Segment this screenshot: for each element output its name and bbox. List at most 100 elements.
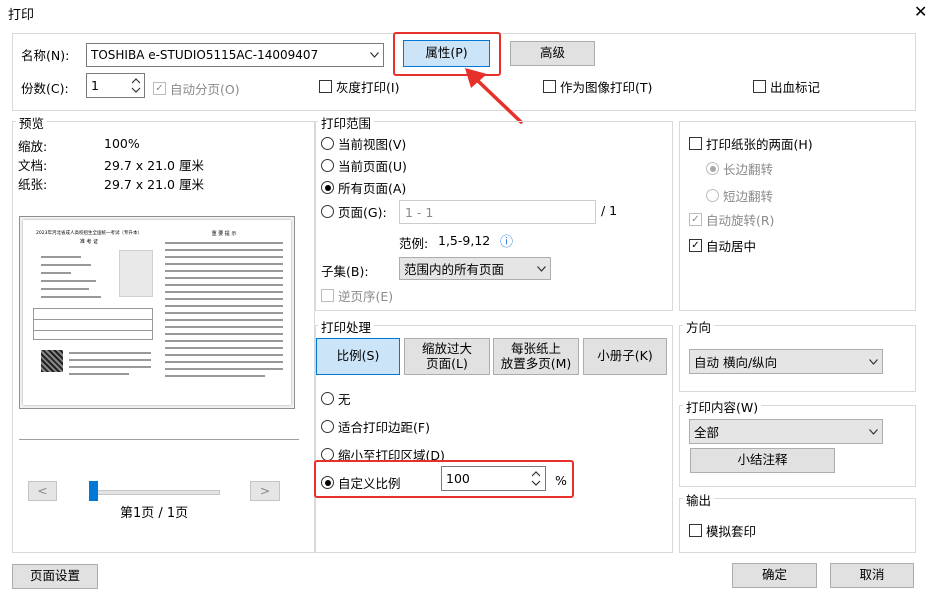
paper-value: 29.7 x 21.0 厘米	[104, 177, 204, 192]
short-edge-radio[interactable]: 短边翻转	[706, 186, 773, 205]
content-select[interactable]: 全部	[689, 419, 883, 444]
next-page-button[interactable]: >	[250, 481, 280, 501]
all-pages-radio[interactable]: 所有页面(A)	[321, 178, 406, 197]
printer-select[interactable]: TOSHIBA e-STUDIO5115AC-14009407	[86, 43, 384, 67]
preview-schedule-table	[33, 308, 153, 340]
collate-label: 自动分页(O)	[170, 82, 240, 97]
preview-page-sheet: 2023年河北省成人高校招生全国统一考试（专升本） 准 考 证 重 要 提 示	[23, 220, 291, 405]
preview-text-line	[165, 291, 283, 293]
short-edge-label: 短边翻转	[723, 189, 774, 204]
summarize-comments-label: 小结注释	[737, 452, 788, 468]
checkmark-icon: ✓	[689, 213, 702, 226]
preview-text-line	[165, 263, 283, 265]
checkbox-icon	[319, 80, 332, 93]
current-view-radio[interactable]: 当前视图(V)	[321, 134, 406, 153]
current-page-radio[interactable]: 当前页面(U)	[321, 156, 407, 175]
preview-text-line	[165, 347, 283, 349]
orientation-select[interactable]: 自动 横向/纵向	[689, 349, 883, 374]
tab-booklet-label: 小册子(K)	[597, 348, 653, 364]
page-slider-track[interactable]	[90, 490, 220, 495]
cancel-label: 取消	[859, 567, 885, 583]
reverse-pages-label: 逆页序(E)	[338, 289, 394, 304]
ok-label: 确定	[761, 567, 787, 583]
checkbox-icon	[543, 80, 556, 93]
preview-text-line	[165, 361, 283, 363]
tab-multiple-pages[interactable]: 每张纸上 放置多页(M)	[493, 338, 579, 375]
print-as-image-label: 作为图像打印(T)	[560, 80, 653, 95]
tab-scale[interactable]: 比例(S)	[316, 338, 400, 375]
preview-text-line	[165, 277, 283, 279]
prev-page-label: <	[37, 482, 48, 498]
close-icon[interactable]: ✕	[914, 2, 927, 21]
radio-icon	[321, 392, 334, 405]
scale-none-label: 无	[338, 392, 351, 407]
print-handling-title: 打印处理	[318, 317, 375, 336]
checkbox-icon	[321, 289, 334, 302]
info-icon[interactable]: ⓘ	[500, 231, 513, 250]
preview-text-line	[165, 312, 283, 314]
collate-checkbox[interactable]: ✓ 自动分页(O)	[153, 79, 240, 98]
print-as-image-checkbox[interactable]: 作为图像打印(T)	[543, 77, 652, 96]
ok-button[interactable]: 确定	[732, 563, 817, 588]
bleed-marks-label: 出血标记	[770, 80, 821, 95]
cancel-button[interactable]: 取消	[830, 563, 914, 588]
both-sides-checkbox[interactable]: 打印纸张的两面(H)	[689, 134, 813, 153]
preview-text-line	[33, 319, 153, 320]
document-value: 29.7 x 21.0 厘米	[104, 158, 204, 173]
summarize-comments-button[interactable]: 小结注释	[690, 448, 835, 473]
preview-text-line	[69, 352, 151, 354]
printer-name-label: 名称(N):	[21, 48, 70, 63]
auto-center-checkbox[interactable]: ✓ 自动居中	[689, 236, 756, 255]
preview-left-subtitle: 准 考 证	[79, 239, 99, 245]
zoom-value: 100%	[104, 136, 140, 151]
both-sides-label: 打印纸张的两面(H)	[706, 137, 813, 152]
long-edge-radio[interactable]: 长边翻转	[706, 159, 773, 178]
preview-qr-code	[41, 350, 63, 372]
prev-page-button[interactable]: <	[28, 481, 57, 501]
simulate-overprint-checkbox[interactable]: 模拟套印	[689, 521, 756, 540]
page-slider-thumb[interactable]	[89, 481, 98, 501]
preview-text-line	[69, 366, 151, 368]
preview-text-line	[41, 256, 81, 258]
document-label: 文档:	[18, 158, 48, 173]
preview-separator	[19, 439, 299, 440]
tab-booklet[interactable]: 小册子(K)	[583, 338, 667, 375]
copies-label: 份数(C):	[21, 81, 69, 96]
pages-radio[interactable]: 页面(G):	[321, 202, 387, 221]
subset-select[interactable]: 范围内的所有页面	[399, 257, 551, 280]
grayscale-checkbox[interactable]: 灰度打印(I)	[319, 77, 399, 96]
bleed-marks-checkbox[interactable]: 出血标记	[753, 77, 820, 96]
content-select-value: 全部	[694, 425, 720, 440]
simulate-overprint-label: 模拟套印	[706, 524, 757, 539]
scale-none-radio[interactable]: 无	[321, 389, 351, 408]
radio-icon	[706, 189, 719, 202]
stepper-arrows-icon	[131, 78, 141, 93]
copies-stepper[interactable]	[130, 76, 142, 95]
reverse-pages-checkbox[interactable]: 逆页序(E)	[321, 286, 393, 305]
paper-label: 纸张:	[18, 177, 48, 192]
preview-text-line	[165, 270, 283, 272]
copies-value: 1	[91, 78, 99, 93]
preview-text-line	[165, 333, 283, 335]
preview-text-line	[165, 305, 283, 307]
radio-icon	[321, 159, 334, 172]
window-title: 打印	[8, 8, 35, 23]
content-title: 打印内容(W)	[683, 397, 762, 416]
auto-rotate-checkbox[interactable]: ✓ 自动旋转(R)	[689, 210, 774, 229]
subset-select-value: 范围内的所有页面	[404, 262, 505, 277]
copies-field[interactable]: 1	[86, 73, 145, 98]
chevron-down-icon	[864, 420, 882, 443]
checkbox-icon	[753, 80, 766, 93]
fit-margins-radio[interactable]: 适合打印边距(F)	[321, 417, 430, 436]
tab-multiple-pages-line2: 放置多页(M)	[500, 355, 572, 371]
pages-total: / 1	[601, 203, 618, 218]
checkmark-icon: ✓	[689, 239, 702, 252]
pages-input-value: 1 - 1	[405, 205, 434, 220]
page-setup-button[interactable]: 页面设置	[12, 564, 98, 589]
next-page-label: >	[259, 482, 271, 498]
preview-text-line	[165, 284, 283, 286]
pages-input[interactable]: 1 - 1	[399, 200, 596, 224]
chevron-down-icon	[365, 44, 383, 66]
tab-shrink-oversized[interactable]: 缩放过大 页面(L)	[404, 338, 490, 375]
preview-text-line	[69, 359, 151, 361]
